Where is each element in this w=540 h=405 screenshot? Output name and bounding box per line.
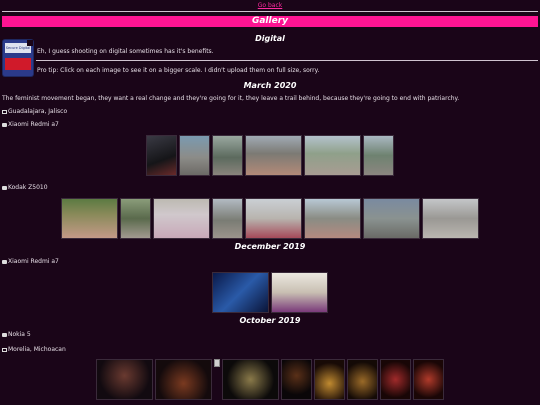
photo-thumbnail[interactable] [271,272,328,313]
photo-thumbnail[interactable] [222,359,279,400]
camera-text: Nokia 5 [8,331,31,338]
photo-thumbnail[interactable] [153,198,210,239]
broken-image-placeholder[interactable] [214,359,220,367]
photo-thumbnail[interactable] [413,359,444,400]
photo-thumbnail[interactable] [422,198,479,239]
divider [2,11,538,12]
march-2020-description: The feminist movement began, they want a… [2,95,460,102]
sd-card-image: Secure Digital [3,40,33,76]
location-text: Guadalajara, Jalisco [8,108,68,115]
intro-text: Eh, I guess shooting on digital sometime… [37,48,214,55]
photo-thumbnail[interactable] [212,135,243,176]
photo-row-kodak [0,198,540,239]
camera-icon [2,123,7,127]
camera-label: Nokia 5 [2,331,31,339]
photo-thumbnail[interactable] [212,198,243,239]
photo-thumbnail[interactable] [363,198,420,239]
section-heading-march-2020: March 2020 [243,81,297,90]
sd-card-notch [27,40,33,46]
location-text: Morelia, Michoacan [8,346,66,353]
go-back-link[interactable]: Go back [0,2,540,10]
camera-icon [2,333,7,337]
photo-thumbnail[interactable] [61,198,118,239]
photo-row-redmi-march [0,135,540,176]
photo-thumbnail[interactable] [179,135,210,176]
camera-icon [2,260,7,264]
map-pin-icon [2,110,7,114]
photo-thumbnail[interactable] [245,198,302,239]
page-title: Gallery [2,16,538,27]
location-label: Guadalajara, Jalisco [2,108,67,116]
photo-thumbnail[interactable] [120,198,151,239]
photo-thumbnail[interactable] [96,359,153,400]
photo-row-december [0,272,540,313]
section-heading-digital: Digital [255,34,285,43]
pro-tip-text: Pro tip: Click on each image to see it o… [37,67,320,74]
camera-label: Kodak Z5010 [2,184,48,192]
photo-row-october [0,359,540,400]
divider [36,60,538,61]
camera-label: Xiaomi Redmi a7 [2,121,59,129]
photo-thumbnail[interactable] [212,272,269,313]
camera-label: Xiaomi Redmi a7 [2,258,59,266]
photo-thumbnail[interactable] [155,359,212,400]
camera-text: Xiaomi Redmi a7 [8,121,59,128]
photo-thumbnail[interactable] [314,359,345,400]
photo-thumbnail[interactable] [363,135,394,176]
map-pin-icon [2,348,7,352]
photo-thumbnail[interactable] [146,135,177,176]
photo-thumbnail[interactable] [380,359,411,400]
photo-thumbnail[interactable] [304,135,361,176]
camera-icon [2,186,7,190]
section-heading-december-2019: December 2019 [234,242,306,251]
photo-thumbnail[interactable] [304,198,361,239]
location-label: Morelia, Michoacan [2,346,66,354]
photo-thumbnail[interactable] [245,135,302,176]
sd-card-stripe [5,58,31,70]
photo-thumbnail[interactable] [347,359,378,400]
photo-thumbnail[interactable] [281,359,312,400]
section-heading-october-2019: October 2019 [239,316,301,325]
camera-text: Xiaomi Redmi a7 [8,258,59,265]
camera-text: Kodak Z5010 [8,184,48,191]
